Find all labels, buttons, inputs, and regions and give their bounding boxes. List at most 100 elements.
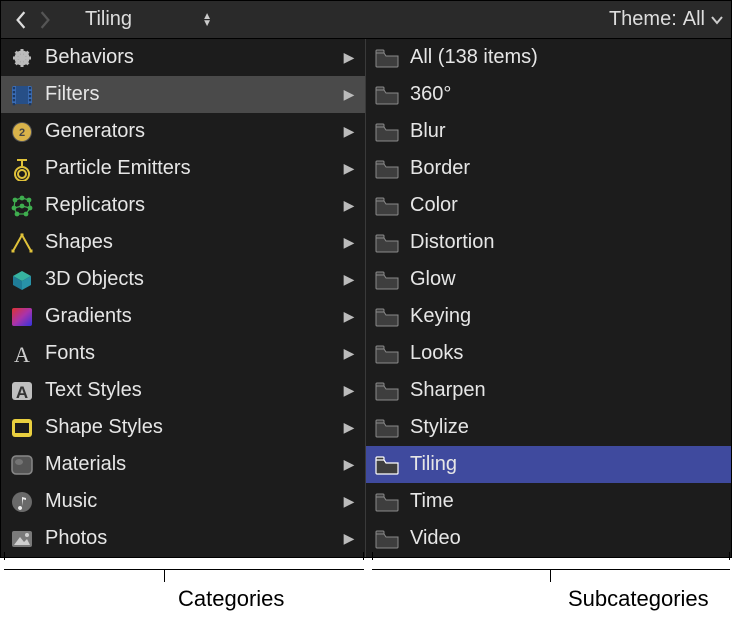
- gradient-icon: [7, 303, 37, 331]
- category-label: Filters: [45, 83, 341, 106]
- disclosure-triangle-icon: ▶: [341, 86, 357, 103]
- category-row[interactable]: Replicators▶: [1, 187, 365, 224]
- categories-column: Behaviors▶Filters▶2Generators▶Particle E…: [1, 39, 366, 557]
- disclosure-triangle-icon: ▶: [341, 456, 357, 473]
- category-label: Shape Styles: [45, 416, 341, 439]
- subcategory-row[interactable]: Color: [366, 187, 731, 224]
- category-row[interactable]: Behaviors▶: [1, 39, 365, 76]
- category-row[interactable]: Materials▶: [1, 446, 365, 483]
- subcategory-row[interactable]: Border: [366, 150, 731, 187]
- subcategory-row[interactable]: Keying: [366, 298, 731, 335]
- subcategory-label: Distortion: [410, 231, 723, 254]
- category-row[interactable]: Photos▶: [1, 520, 365, 557]
- folder-icon: [372, 118, 402, 146]
- folder-icon: [372, 451, 402, 479]
- subcategory-row[interactable]: Distortion: [366, 224, 731, 261]
- font-a-icon: A: [7, 340, 37, 368]
- shape-style-icon: [7, 414, 37, 442]
- subcategory-label: Video: [410, 527, 723, 550]
- category-label: 3D Objects: [45, 268, 341, 291]
- folder-icon: [372, 44, 402, 72]
- library-panel: Tiling ▲▼ Theme: All Behaviors▶Filters▶2…: [0, 0, 732, 558]
- folder-icon: [372, 229, 402, 257]
- category-label: Text Styles: [45, 379, 341, 402]
- category-row[interactable]: Shape Styles▶: [1, 409, 365, 446]
- subcategory-row[interactable]: All (138 items): [366, 39, 731, 76]
- subcategory-row[interactable]: 360°: [366, 76, 731, 113]
- category-row[interactable]: 2 Generators▶: [1, 113, 365, 150]
- folder-icon: [372, 525, 402, 553]
- category-label: Generators: [45, 120, 341, 143]
- subcategory-label: Looks: [410, 342, 723, 365]
- nav-arrows: [9, 8, 57, 32]
- subcategory-label: Border: [410, 157, 723, 180]
- path-popup[interactable]: Tiling ▲▼: [85, 8, 212, 31]
- subcategory-row[interactable]: Time: [366, 483, 731, 520]
- material-icon: [7, 451, 37, 479]
- subcategory-label: All (138 items): [410, 46, 723, 69]
- category-label: Fonts: [45, 342, 341, 365]
- disclosure-triangle-icon: ▶: [341, 493, 357, 510]
- disclosure-triangle-icon: ▶: [341, 123, 357, 140]
- cube3d-icon: [7, 266, 37, 294]
- folder-icon: [372, 488, 402, 516]
- categories-annotation-label: Categories: [178, 586, 284, 612]
- category-row[interactable]: Shapes▶: [1, 224, 365, 261]
- subcategory-row[interactable]: Sharpen: [366, 372, 731, 409]
- theme-popup[interactable]: Theme: All: [609, 8, 723, 31]
- theme-label: Theme:: [609, 8, 677, 31]
- subcategory-label: Tiling: [410, 453, 723, 476]
- subcategory-row[interactable]: Looks: [366, 335, 731, 372]
- folder-icon: [372, 340, 402, 368]
- annotations: Categories Subcategories: [0, 560, 732, 620]
- category-label: Gradients: [45, 305, 341, 328]
- category-row[interactable]: A Fonts▶: [1, 335, 365, 372]
- theme-value: All: [683, 8, 705, 31]
- disclosure-triangle-icon: ▶: [341, 382, 357, 399]
- category-row[interactable]: Filters▶: [1, 76, 365, 113]
- browser-columns: Behaviors▶Filters▶2Generators▶Particle E…: [1, 39, 731, 557]
- subcategory-label: 360°: [410, 83, 723, 106]
- emitter-icon: [7, 155, 37, 183]
- category-row[interactable]: Music▶: [1, 483, 365, 520]
- category-row[interactable]: 3D Objects▶: [1, 261, 365, 298]
- category-label: Music: [45, 490, 341, 513]
- subcategory-label: Color: [410, 194, 723, 217]
- svg-text:A: A: [16, 383, 28, 402]
- subcategory-row[interactable]: Video: [366, 520, 731, 557]
- category-label: Materials: [45, 453, 341, 476]
- subcategory-label: Sharpen: [410, 379, 723, 402]
- category-row[interactable]: Gradients▶: [1, 298, 365, 335]
- disclosure-triangle-icon: ▶: [341, 345, 357, 362]
- subcategory-row[interactable]: Stylize: [366, 409, 731, 446]
- subcategory-row[interactable]: Tiling: [366, 446, 731, 483]
- chevron-right-icon: [38, 11, 52, 29]
- disclosure-triangle-icon: ▶: [341, 271, 357, 288]
- category-label: Particle Emitters: [45, 157, 341, 180]
- text-style-icon: A: [7, 377, 37, 405]
- subcategory-label: Blur: [410, 120, 723, 143]
- generator-icon: 2: [7, 118, 37, 146]
- disclosure-triangle-icon: ▶: [341, 530, 357, 547]
- subcategory-label: Keying: [410, 305, 723, 328]
- disclosure-triangle-icon: ▶: [341, 197, 357, 214]
- shape-icon: [7, 229, 37, 257]
- subcategory-label: Time: [410, 490, 723, 513]
- subcategory-label: Stylize: [410, 416, 723, 439]
- forward-button[interactable]: [33, 8, 57, 32]
- back-button[interactable]: [9, 8, 33, 32]
- chevron-down-icon: [711, 12, 723, 28]
- disclosure-triangle-icon: ▶: [341, 308, 357, 325]
- filmstrip-icon: [7, 81, 37, 109]
- replicator-icon: [7, 192, 37, 220]
- disclosure-triangle-icon: ▶: [341, 419, 357, 436]
- category-label: Shapes: [45, 231, 341, 254]
- subcategory-row[interactable]: Glow: [366, 261, 731, 298]
- category-row[interactable]: Particle Emitters▶: [1, 150, 365, 187]
- folder-icon: [372, 377, 402, 405]
- path-title: Tiling: [85, 8, 132, 31]
- category-row[interactable]: A Text Styles▶: [1, 372, 365, 409]
- subcategory-row[interactable]: Blur: [366, 113, 731, 150]
- stepper-icon: ▲▼: [202, 13, 212, 27]
- toolbar: Tiling ▲▼ Theme: All: [1, 1, 731, 39]
